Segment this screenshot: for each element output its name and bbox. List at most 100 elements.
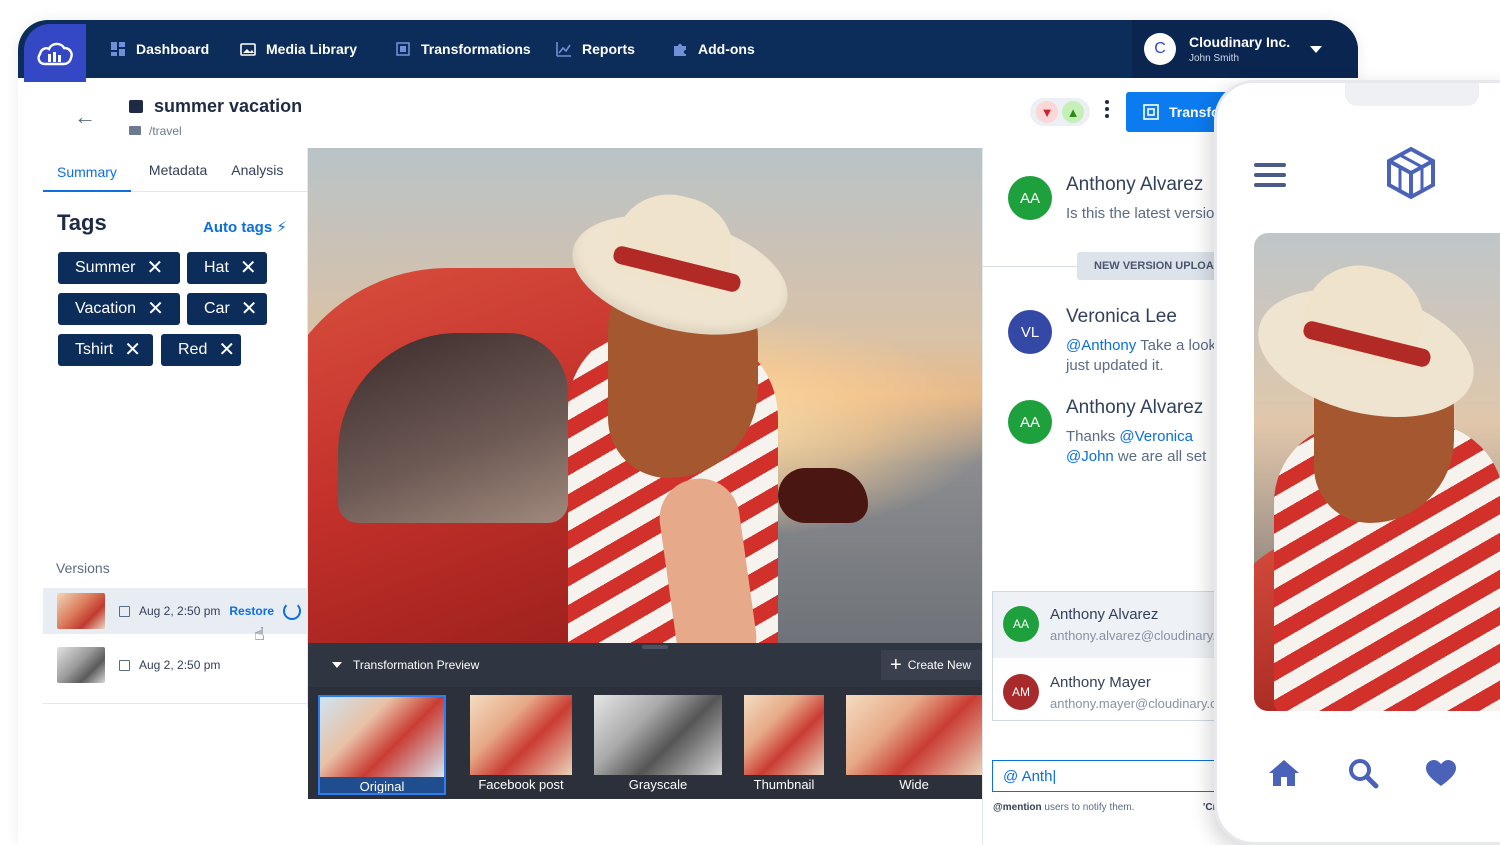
tag-chip[interactable]: Summer ✕ <box>58 252 180 284</box>
create-new-button[interactable]: + Create New <box>881 650 982 680</box>
mention-link[interactable]: @Anthony <box>1066 337 1136 354</box>
thumb-image <box>744 695 824 775</box>
main-image[interactable] <box>308 148 982 643</box>
close-icon[interactable]: ✕ <box>240 258 257 278</box>
nav-label: Dashboard <box>136 41 210 57</box>
tag-chip[interactable]: Vacation ✕ <box>58 293 180 325</box>
transformation-preview-panel: Transformation Preview + Create New Origi… <box>308 643 982 799</box>
auto-tags-link[interactable]: Auto tags ⚡ <box>203 218 287 236</box>
chevron-down-icon[interactable] <box>332 662 342 668</box>
media-library-icon <box>240 43 256 56</box>
account-avatar: C <box>1144 33 1176 65</box>
version-thumbnail <box>57 593 105 629</box>
thumb-image <box>594 695 722 775</box>
phone-bottom-nav <box>1267 755 1457 791</box>
external-link-icon[interactable] <box>119 605 130 617</box>
heart-icon[interactable] <box>1425 759 1457 787</box>
tag-chip[interactable]: Tshirt ✕ <box>58 334 153 366</box>
comment-text: just updated it. <box>1066 357 1164 374</box>
thumbs-up-icon[interactable]: ▲ <box>1062 101 1084 123</box>
home-icon[interactable] <box>1267 758 1301 788</box>
tag-chip[interactable]: Hat ✕ <box>187 252 267 284</box>
tag-label: Red <box>178 341 208 358</box>
tab-analysis[interactable]: Analysis <box>231 148 283 192</box>
preview-thumb-grayscale[interactable]: Grayscale <box>594 695 722 795</box>
nav-item-media-library[interactable]: Media Library <box>240 20 357 78</box>
phone-mockup <box>1214 80 1500 845</box>
transform-icon <box>1143 104 1159 120</box>
restore-icon[interactable] <box>283 602 302 620</box>
account-company: Cloudinary Inc. <box>1189 34 1291 50</box>
nav-item-add-ons[interactable]: Add-ons <box>672 20 755 78</box>
thumb-image <box>470 695 572 775</box>
phone-image[interactable] <box>1254 233 1500 711</box>
close-icon[interactable]: ✕ <box>146 258 163 278</box>
nav-item-reports[interactable]: Reports <box>556 20 635 78</box>
cloud-logo-icon <box>37 42 73 66</box>
back-arrow-icon[interactable]: ← <box>74 104 96 130</box>
drag-handle[interactable] <box>642 645 668 649</box>
comment-author: Anthony Alvarez <box>1066 174 1204 195</box>
tag-label: Vacation <box>75 300 137 317</box>
asset-path[interactable]: /travel <box>149 124 182 138</box>
comment-author: Anthony Alvarez <box>1066 397 1204 418</box>
hamburger-menu-icon[interactable] <box>1254 163 1286 187</box>
preview-thumb-wide[interactable]: Wide <box>846 695 982 795</box>
nav-label: Reports <box>582 41 635 57</box>
close-icon[interactable]: ✕ <box>147 299 164 319</box>
preview-title: Transformation Preview <box>353 658 480 672</box>
cube-logo-icon <box>1387 146 1435 200</box>
more-options-icon[interactable] <box>1104 100 1110 118</box>
avatar: AA <box>1008 400 1052 444</box>
close-icon[interactable]: ✕ <box>241 299 258 319</box>
mention-link[interactable]: @Veronica <box>1119 428 1193 445</box>
cloudinary-logo[interactable] <box>24 24 86 82</box>
thumb-caption: Original <box>320 777 444 793</box>
mention-link[interactable]: @John <box>1066 448 1114 465</box>
suggestion-name: Anthony Alvarez <box>1050 606 1159 623</box>
preview-thumb-thumbnail[interactable]: Thumbnail <box>744 695 824 795</box>
top-nav: Dashboard Media Library Transformations … <box>18 20 1358 82</box>
account-text: Cloudinary Inc. John Smith <box>1189 34 1290 64</box>
nav-item-transformations[interactable]: Transformations <box>395 20 531 78</box>
reports-icon <box>556 42 571 57</box>
tab-metadata[interactable]: Metadata <box>149 148 207 192</box>
restore-button[interactable]: Restore <box>229 604 274 618</box>
tag-chip[interactable]: Red ✕ <box>161 334 241 366</box>
tag-label: Car <box>204 300 230 317</box>
close-icon[interactable]: ✕ <box>218 340 235 360</box>
version-row[interactable]: Aug 2, 2:50 pm <box>43 642 308 688</box>
preview-thumb-facebook[interactable]: Facebook post <box>470 695 572 795</box>
close-icon[interactable]: ✕ <box>124 340 141 360</box>
tag-label: Summer <box>75 259 136 276</box>
asset-title: summer vacation <box>154 96 303 116</box>
dashboard-icon <box>111 42 125 56</box>
mention-hint: @mention users to notify them. <box>993 802 1134 813</box>
version-row[interactable]: Aug 2, 2:50 pm Restore <box>43 588 308 634</box>
tags-title: Tags <box>57 210 107 235</box>
tab-summary[interactable]: Summary <box>43 148 131 192</box>
account-menu[interactable]: C Cloudinary Inc. John Smith <box>1132 20 1358 78</box>
avatar: AA <box>1003 606 1039 642</box>
app-window: Dashboard Media Library Transformations … <box>18 20 1358 845</box>
external-link-icon[interactable] <box>119 659 130 671</box>
thumbs-down-icon[interactable]: ▼ <box>1036 101 1058 123</box>
nav-label: Add-ons <box>698 41 755 57</box>
thumb-caption: Thumbnail <box>753 777 815 792</box>
nav-item-dashboard[interactable]: Dashboard <box>110 20 209 78</box>
nav-label: Media Library <box>266 41 358 57</box>
avatar: VL <box>1008 310 1052 354</box>
nav-label: Transformations <box>421 41 531 57</box>
tag-chip[interactable]: Car ✕ <box>187 293 267 325</box>
auto-tags-label: Auto tags <box>203 219 273 236</box>
folder-icon <box>129 126 141 135</box>
preview-thumb-original[interactable]: Original <box>318 695 446 795</box>
thumb-image <box>320 697 444 777</box>
version-thumbnail <box>57 647 105 683</box>
suggestion-email: anthony.mayer@cloudinary.com <box>1050 696 1235 711</box>
comment-author: Veronica Lee <box>1066 306 1177 327</box>
comment-text: Is this the latest version? <box>1066 205 1232 222</box>
thumb-caption: Facebook post <box>478 777 564 792</box>
thumb-caption: Grayscale <box>628 777 688 792</box>
search-icon[interactable] <box>1347 757 1379 789</box>
